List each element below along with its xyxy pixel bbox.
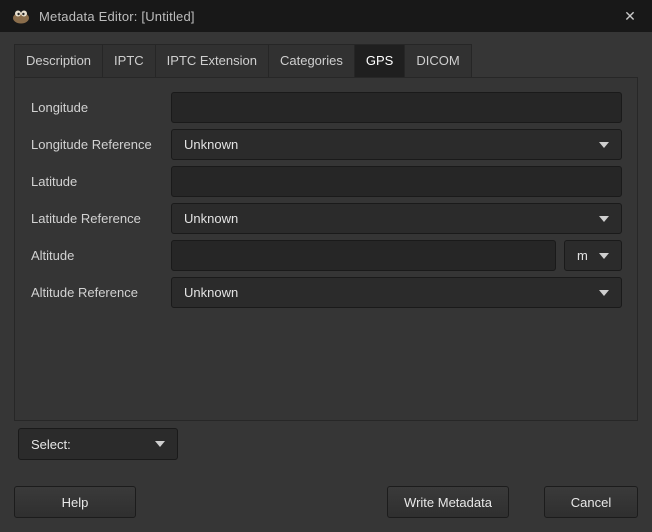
window-title: Metadata Editor: [Untitled] (39, 9, 620, 24)
chevron-down-icon (155, 441, 165, 447)
latitude-label: Latitude (31, 174, 171, 189)
latitude-reference-dropdown[interactable]: Unknown (171, 203, 622, 234)
chevron-down-icon (599, 290, 609, 296)
longitude-reference-label: Longitude Reference (31, 137, 171, 152)
tab-gps[interactable]: GPS (354, 44, 405, 77)
metadata-editor-dialog: Metadata Editor: [Untitled] ✕ Descriptio… (0, 0, 652, 532)
longitude-reference-dropdown[interactable]: Unknown (171, 129, 622, 160)
latitude-input[interactable] (171, 166, 622, 197)
altitude-reference-label: Altitude Reference (31, 285, 171, 300)
cancel-button[interactable]: Cancel (544, 486, 638, 518)
altitude-reference-value: Unknown (184, 285, 599, 300)
longitude-row: Longitude (31, 92, 622, 123)
tab-categories[interactable]: Categories (268, 44, 355, 77)
tab-description[interactable]: Description (14, 44, 103, 77)
tab-dicom[interactable]: DICOM (404, 44, 471, 77)
help-button[interactable]: Help (14, 486, 136, 518)
gps-panel: Longitude Longitude Reference Unknown La… (14, 77, 638, 421)
latitude-reference-value: Unknown (184, 211, 599, 226)
latitude-row: Latitude (31, 166, 622, 197)
longitude-reference-row: Longitude Reference Unknown (31, 129, 622, 160)
longitude-input[interactable] (171, 92, 622, 123)
altitude-reference-row: Altitude Reference Unknown (31, 277, 622, 308)
select-dropdown-label: Select: (31, 437, 155, 452)
close-icon[interactable]: ✕ (620, 6, 640, 26)
altitude-input[interactable] (171, 240, 556, 271)
write-metadata-button[interactable]: Write Metadata (387, 486, 509, 518)
latitude-reference-row: Latitude Reference Unknown (31, 203, 622, 234)
altitude-unit-value: m (577, 248, 599, 263)
select-dropdown[interactable]: Select: (18, 428, 178, 460)
longitude-label: Longitude (31, 100, 171, 115)
chevron-down-icon (599, 253, 609, 259)
longitude-reference-value: Unknown (184, 137, 599, 152)
select-row: Select: (18, 428, 652, 460)
altitude-label: Altitude (31, 248, 171, 263)
latitude-reference-label: Latitude Reference (31, 211, 171, 226)
tab-iptc[interactable]: IPTC (102, 44, 156, 77)
altitude-unit-dropdown[interactable]: m (564, 240, 622, 271)
chevron-down-icon (599, 216, 609, 222)
chevron-down-icon (599, 142, 609, 148)
titlebar[interactable]: Metadata Editor: [Untitled] ✕ (0, 0, 652, 32)
altitude-reference-dropdown[interactable]: Unknown (171, 277, 622, 308)
footer: Help Write Metadata Cancel (14, 486, 638, 518)
altitude-row: Altitude m (31, 240, 622, 271)
tab-bar: Description IPTC IPTC Extension Categori… (14, 44, 652, 77)
tab-iptc-extension[interactable]: IPTC Extension (155, 44, 269, 77)
gimp-wilber-icon (12, 9, 30, 24)
